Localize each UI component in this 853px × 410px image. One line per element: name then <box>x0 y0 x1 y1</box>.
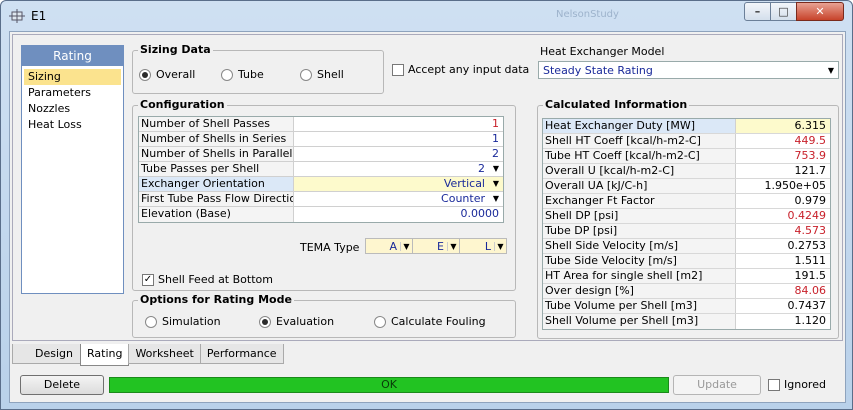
nav-item-parameters[interactable]: Parameters <box>22 85 123 101</box>
chevron-down-icon[interactable]: ▼ <box>489 192 503 206</box>
table-row: Number of Shells in Parallel 2 <box>139 147 503 162</box>
sizing-shell-radio[interactable]: Shell <box>300 68 344 81</box>
delete-button[interactable]: Delete <box>20 375 104 395</box>
model-label: Heat Exchanger Model <box>540 45 665 58</box>
table-row: Exchanger Ft Factor 0.979 <box>543 194 830 209</box>
accept-input-checkbox[interactable]: Accept any input data <box>392 63 529 76</box>
chevron-down-icon: ▼ <box>447 241 459 251</box>
client-area: Rating Sizing Parameters Nozzles Heat Lo… <box>9 31 846 403</box>
checkmark-icon: ✓ <box>142 273 154 286</box>
maximize-button[interactable]: □ <box>770 2 797 21</box>
tema-rear-select[interactable]: L ▼ <box>459 238 507 254</box>
calculated-group: Calculated Information Heat Exchanger Du… <box>537 98 839 339</box>
checkbox-icon <box>768 378 780 391</box>
sizing-data-group: Sizing Data Overall Tube Shell <box>132 43 384 94</box>
model-select[interactable]: Steady State Rating ▼ <box>538 61 839 79</box>
radio-selected-icon <box>259 315 271 328</box>
minimize-button[interactable]: – <box>744 2 771 21</box>
table-row: Overall U [kcal/h-m2-C] 121.7 <box>543 164 830 179</box>
table-row: Shell Side Velocity [m/s] 0.2753 <box>543 239 830 254</box>
close-button[interactable]: ✕ <box>796 2 844 21</box>
table-row: Shell HT Coeff [kcal/h-m2-C] 449.5 <box>543 134 830 149</box>
ignored-checkbox[interactable]: Ignored <box>768 378 826 391</box>
table-row: Number of Shells in Series 1 <box>139 132 503 147</box>
rating-mode-title: Options for Rating Mode <box>138 293 294 306</box>
mode-simulation-radio[interactable]: Simulation <box>145 315 221 328</box>
table-row: HT Area for single shell [m2] 191.5 <box>543 269 830 284</box>
shell-feed-checkbox[interactable]: ✓ Shell Feed at Bottom <box>142 273 273 286</box>
chevron-down-icon: ▼ <box>400 241 412 251</box>
tab-design[interactable]: Design <box>12 344 81 364</box>
sizing-overall-radio[interactable]: Overall <box>139 68 195 81</box>
tema-shell-select[interactable]: E ▼ <box>412 238 460 254</box>
table-row: First Tube Pass Flow Direction Counter ▼ <box>139 192 503 207</box>
rating-nav: Rating Sizing Parameters Nozzles Heat Lo… <box>21 45 124 294</box>
configuration-grid: Number of Shell Passes 1 Number of Shell… <box>138 116 504 223</box>
table-row: Shell DP [psi] 0.4249 <box>543 209 830 224</box>
tema-type-selector: A ▼ E ▼ L ▼ <box>365 238 507 254</box>
table-row: Overall UA [kJ/C-h] 1.950e+05 <box>543 179 830 194</box>
table-row: Over design [%] 84.06 <box>543 284 830 299</box>
radio-icon <box>300 68 312 81</box>
chevron-down-icon[interactable]: ▼ <box>489 177 503 191</box>
update-button[interactable]: Update <box>673 375 761 395</box>
mode-evaluation-radio[interactable]: Evaluation <box>259 315 334 328</box>
chevron-down-icon[interactable]: ▼ <box>489 162 503 176</box>
radio-icon <box>374 315 386 328</box>
title-bar: E1 NelsonStudy – □ ✕ <box>1 1 852 31</box>
status-bar: OK <box>109 377 669 393</box>
table-row: Heat Exchanger Duty [MW] 6.315 <box>543 119 830 134</box>
calculated-grid: Heat Exchanger Duty [MW] 6.315 Shell HT C… <box>542 118 831 330</box>
chevron-down-icon: ▼ <box>494 241 506 251</box>
tema-type-label: TEMA Type <box>300 241 360 254</box>
configuration-group: Configuration Number of Shell Passes 1 N… <box>132 98 516 291</box>
calculated-title: Calculated Information <box>543 98 690 111</box>
tema-front-select[interactable]: A ▼ <box>365 238 413 254</box>
configuration-title: Configuration <box>138 98 227 111</box>
radio-icon <box>145 315 157 328</box>
table-row: Tube Volume per Shell [m3] 0.7437 <box>543 299 830 314</box>
checkbox-icon <box>392 63 404 76</box>
tab-worksheet[interactable]: Worksheet <box>128 344 201 364</box>
table-row: Shell Volume per Shell [m3] 1.120 <box>543 314 826 329</box>
tab-rating[interactable]: Rating <box>79 344 130 366</box>
tab-performance[interactable]: Performance <box>199 344 284 364</box>
table-row: Exchanger Orientation Vertical ▼ <box>139 177 503 192</box>
table-row: Tube DP [psi] 4.573 <box>543 224 830 239</box>
sizing-tube-radio[interactable]: Tube <box>221 68 264 81</box>
nav-item-nozzles[interactable]: Nozzles <box>22 101 123 117</box>
radio-selected-icon <box>139 68 151 81</box>
table-row: Tube HT Coeff [kcal/h-m2-C] 753.9 <box>543 149 830 164</box>
table-row: Tube Passes per Shell 2 ▼ <box>139 162 503 177</box>
mode-fouling-radio[interactable]: Calculate Fouling <box>374 315 486 328</box>
table-row: Tube Side Velocity [m/s] 1.511 <box>543 254 830 269</box>
rating-page: Rating Sizing Parameters Nozzles Heat Lo… <box>12 34 843 341</box>
rating-mode-group: Options for Rating Mode Simulation Evalu… <box>132 293 516 338</box>
window-title: E1 <box>31 9 47 23</box>
exchanger-window: E1 NelsonStudy – □ ✕ Rating Sizing Param… <box>0 0 853 410</box>
background-window-title: NelsonStudy <box>556 9 619 20</box>
radio-icon <box>221 68 233 81</box>
nav-header: Rating <box>22 46 123 66</box>
nav-item-sizing[interactable]: Sizing <box>24 69 121 85</box>
table-row: Number of Shell Passes 1 <box>139 117 503 132</box>
nav-item-heat-loss[interactable]: Heat Loss <box>22 117 123 133</box>
chevron-down-icon: ▼ <box>827 65 835 75</box>
exchanger-icon <box>9 9 25 23</box>
sizing-data-title: Sizing Data <box>138 43 213 56</box>
table-row: Elevation (Base) 0.0000 <box>139 207 499 222</box>
page-tabs: Design Rating Worksheet Performance <box>12 344 284 366</box>
